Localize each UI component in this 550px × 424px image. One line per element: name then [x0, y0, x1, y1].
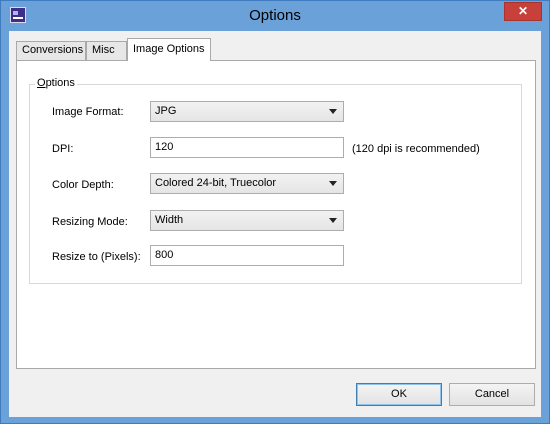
color-depth-label: Color Depth:	[52, 179, 114, 191]
image-format-label: Image Format:	[52, 106, 124, 118]
resize-to-input[interactable]: 800	[150, 245, 344, 266]
image-format-value: JPG	[155, 105, 177, 117]
tab-conversions[interactable]: Conversions	[16, 41, 86, 60]
ok-button[interactable]: OK	[356, 383, 442, 406]
chevron-down-icon	[329, 109, 337, 114]
dpi-input[interactable]: 120	[150, 137, 344, 158]
close-icon: ✕	[517, 4, 529, 18]
dpi-label: DPI:	[52, 143, 74, 155]
title-bar[interactable]: Options ✕	[1, 1, 549, 31]
resizing-mode-value: Width	[155, 214, 184, 226]
image-format-select[interactable]: JPG	[150, 101, 344, 122]
resizing-mode-select[interactable]: Width	[150, 210, 344, 231]
chevron-down-icon	[329, 218, 337, 223]
dialog-body: Conversions Misc Image Options Options I…	[9, 31, 541, 417]
tab-misc[interactable]: Misc	[86, 41, 127, 60]
window-title: Options	[249, 7, 301, 24]
color-depth-select[interactable]: Colored 24-bit, Truecolor	[150, 173, 344, 194]
resize-to-label: Resize to (Pixels):	[52, 251, 141, 263]
tab-image-options[interactable]: Image Options	[127, 38, 211, 61]
close-button[interactable]: ✕	[504, 2, 542, 21]
options-group-label: Options	[35, 77, 77, 89]
options-groupbox: Options Image Format: JPG DPI: 120 (120 …	[29, 77, 522, 284]
color-depth-value: Colored 24-bit, Truecolor	[155, 177, 277, 189]
image-options-panel: Options Image Format: JPG DPI: 120 (120 …	[16, 60, 536, 369]
resizing-mode-label: Resizing Mode:	[52, 216, 128, 228]
cancel-button[interactable]: Cancel	[449, 383, 535, 406]
dpi-hint: (120 dpi is recommended)	[352, 143, 480, 155]
chevron-down-icon	[329, 181, 337, 186]
options-window: Options ✕ Conversions Misc Image Options…	[0, 0, 550, 424]
